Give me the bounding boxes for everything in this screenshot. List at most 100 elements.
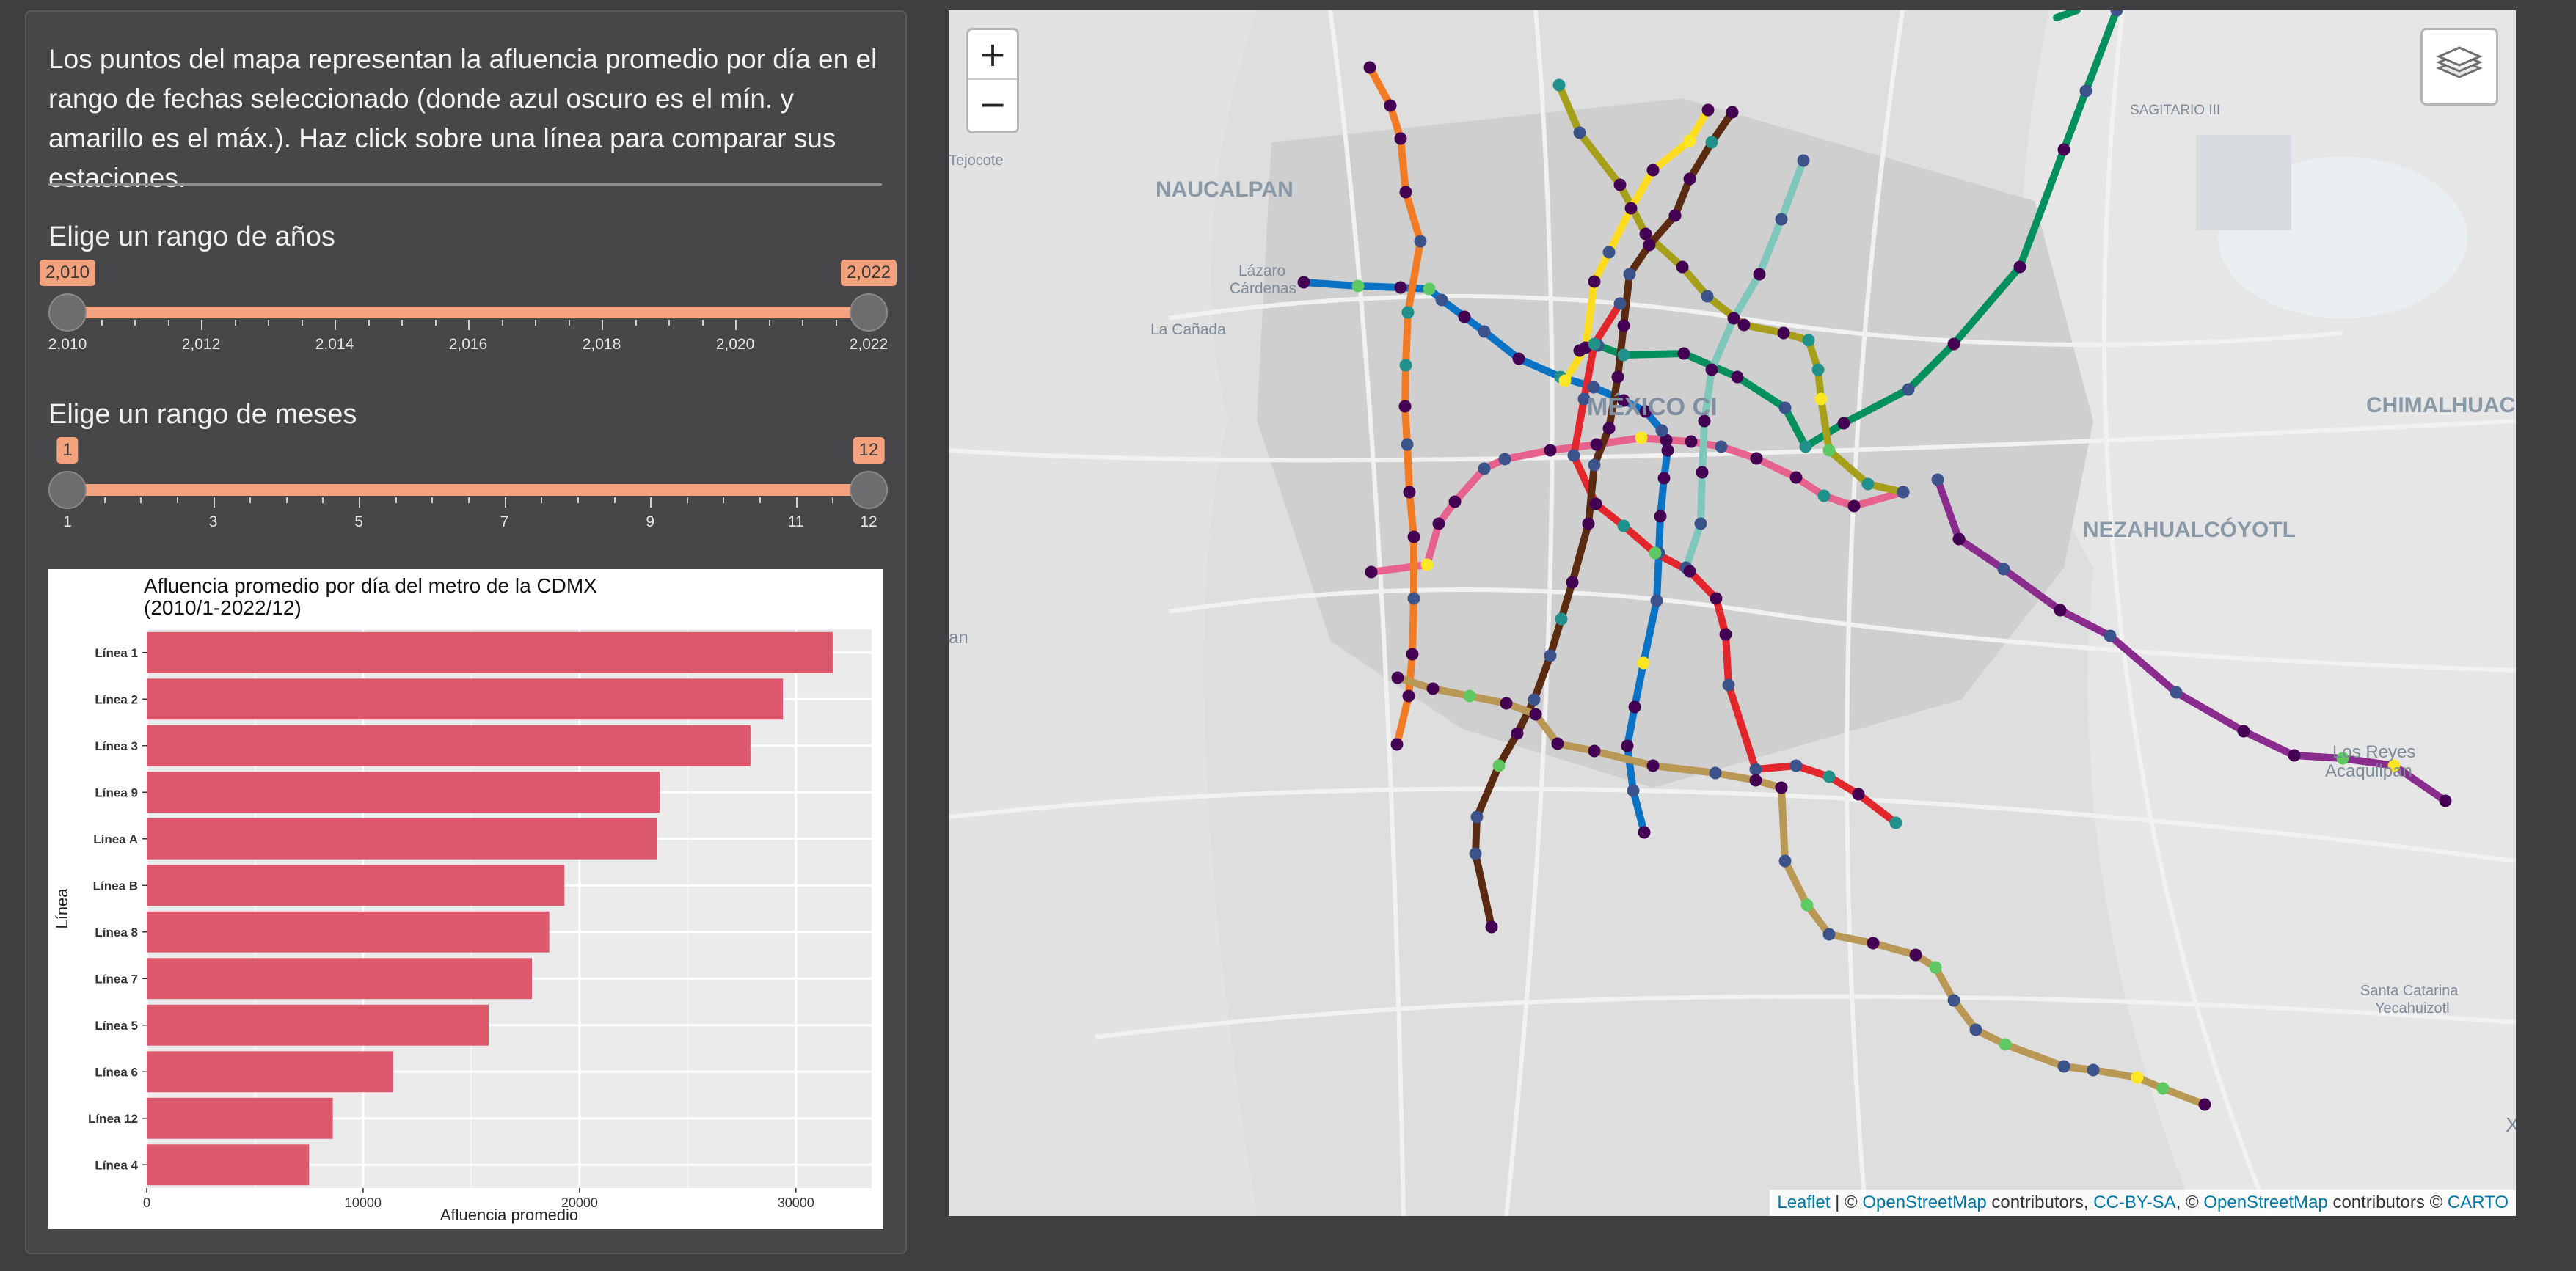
- station-marker[interactable]: [1621, 739, 1634, 752]
- station-marker[interactable]: [1414, 235, 1427, 248]
- station-marker[interactable]: [1426, 682, 1440, 695]
- station-marker[interactable]: [1394, 132, 1407, 145]
- station-marker[interactable]: [1947, 337, 1960, 351]
- station-marker[interactable]: [1719, 628, 1732, 641]
- station-marker[interactable]: [1512, 352, 1525, 365]
- leaflet-map[interactable]: NAUCALPAN Tejocote Lázaro Cárdenas La Ca…: [949, 10, 2516, 1216]
- station-marker[interactable]: [1852, 788, 1865, 801]
- station-marker[interactable]: [1399, 359, 1412, 372]
- station-marker[interactable]: [1638, 826, 1651, 839]
- station-marker[interactable]: [1613, 178, 1627, 191]
- station-marker[interactable]: [1573, 126, 1586, 139]
- station-marker[interactable]: [1654, 510, 1667, 523]
- carto-link[interactable]: CARTO: [2448, 1193, 2509, 1212]
- station-marker[interactable]: [1710, 592, 1723, 605]
- station-marker[interactable]: [1351, 279, 1365, 293]
- osm-link-2[interactable]: OpenStreetMap: [2203, 1193, 2327, 1212]
- station-marker[interactable]: [1403, 486, 1416, 499]
- station-marker[interactable]: [1655, 424, 1668, 437]
- bar-linea-a[interactable]: [147, 818, 658, 860]
- station-marker[interactable]: [1297, 276, 1310, 289]
- station-marker[interactable]: [1683, 565, 1696, 578]
- years-min-handle[interactable]: [48, 293, 87, 332]
- station-marker[interactable]: [1947, 994, 1960, 1007]
- years-slider-bar[interactable]: [67, 307, 869, 318]
- station-marker[interactable]: [2054, 604, 2067, 617]
- bar-linea-4[interactable]: [147, 1144, 310, 1186]
- station-marker[interactable]: [1469, 847, 1482, 860]
- station-marker[interactable]: [1365, 565, 1378, 579]
- station-marker[interactable]: [1683, 172, 1696, 186]
- station-marker[interactable]: [1999, 1038, 2012, 1051]
- station-marker[interactable]: [2104, 629, 2117, 642]
- station-marker[interactable]: [1363, 61, 1376, 74]
- station-marker[interactable]: [2079, 84, 2092, 98]
- osm-link[interactable]: OpenStreetMap: [1862, 1193, 1986, 1212]
- station-marker[interactable]: [1749, 763, 1762, 776]
- station-marker[interactable]: [2057, 1060, 2070, 1073]
- station-marker[interactable]: [1683, 134, 1696, 147]
- bar-linea-1[interactable]: [147, 631, 833, 673]
- station-marker[interactable]: [1789, 759, 1803, 772]
- station-marker[interactable]: [1837, 417, 1850, 430]
- station-marker[interactable]: [2237, 725, 2250, 738]
- station-marker[interactable]: [1485, 920, 1498, 934]
- station-marker[interactable]: [1432, 517, 1445, 530]
- leaflet-link[interactable]: Leaflet: [1777, 1193, 1830, 1212]
- bar-linea-7[interactable]: [147, 958, 532, 1000]
- station-marker[interactable]: [1649, 546, 1662, 560]
- station-marker[interactable]: [2288, 749, 2301, 762]
- months-max-handle[interactable]: [850, 471, 888, 509]
- bar-linea-3[interactable]: [147, 725, 751, 766]
- station-marker[interactable]: [1500, 697, 1513, 710]
- zoom-in-button[interactable]: +: [968, 30, 1017, 80]
- station-marker[interactable]: [1390, 738, 1404, 751]
- station-marker[interactable]: [1582, 517, 1595, 530]
- station-marker[interactable]: [1470, 810, 1484, 824]
- station-marker[interactable]: [1817, 489, 1831, 502]
- bar-linea-9[interactable]: [147, 772, 660, 813]
- station-marker[interactable]: [1458, 310, 1471, 323]
- station-marker[interactable]: [1552, 78, 1566, 92]
- station-marker[interactable]: [1588, 275, 1601, 288]
- station-marker[interactable]: [1701, 103, 1715, 117]
- station-marker[interactable]: [1897, 486, 1910, 499]
- station-marker[interactable]: [1420, 558, 1434, 571]
- station-marker[interactable]: [1613, 297, 1627, 310]
- station-marker[interactable]: [1952, 532, 1966, 546]
- station-marker[interactable]: [2057, 143, 2070, 156]
- station-marker[interactable]: [1478, 325, 1491, 338]
- station-marker[interactable]: [1861, 477, 1875, 491]
- station-marker[interactable]: [1802, 334, 1815, 347]
- station-marker[interactable]: [1646, 759, 1660, 772]
- station-marker[interactable]: [1567, 449, 1580, 462]
- station-marker[interactable]: [1676, 260, 1689, 274]
- station-marker[interactable]: [1931, 473, 1944, 486]
- station-marker[interactable]: [1722, 678, 1735, 692]
- years-max-handle[interactable]: [850, 293, 888, 332]
- station-marker[interactable]: [1889, 816, 1902, 829]
- station-marker[interactable]: [1775, 213, 1788, 226]
- months-slider-bar[interactable]: [67, 484, 869, 496]
- station-marker[interactable]: [1701, 290, 1714, 303]
- station-marker[interactable]: [1423, 282, 1436, 296]
- station-marker[interactable]: [1617, 348, 1630, 362]
- station-marker[interactable]: [1401, 438, 1414, 451]
- station-marker[interactable]: [1406, 648, 1419, 661]
- zoom-out-button[interactable]: −: [968, 80, 1017, 128]
- station-marker[interactable]: [1677, 347, 1690, 360]
- station-marker[interactable]: [1778, 854, 1792, 868]
- station-marker[interactable]: [1401, 306, 1415, 319]
- station-marker[interactable]: [1909, 948, 1922, 962]
- station-marker[interactable]: [1657, 472, 1671, 485]
- station-marker[interactable]: [1799, 440, 1812, 453]
- station-marker[interactable]: [2131, 1071, 2144, 1084]
- station-marker[interactable]: [1407, 592, 1420, 605]
- station-marker[interactable]: [1635, 431, 1648, 444]
- station-marker[interactable]: [1588, 458, 1601, 472]
- station-marker[interactable]: [1555, 612, 1568, 626]
- station-marker[interactable]: [1867, 937, 1880, 950]
- bar-linea-5[interactable]: [147, 1004, 489, 1046]
- station-marker[interactable]: [1814, 392, 1828, 406]
- station-marker[interactable]: [1588, 337, 1601, 351]
